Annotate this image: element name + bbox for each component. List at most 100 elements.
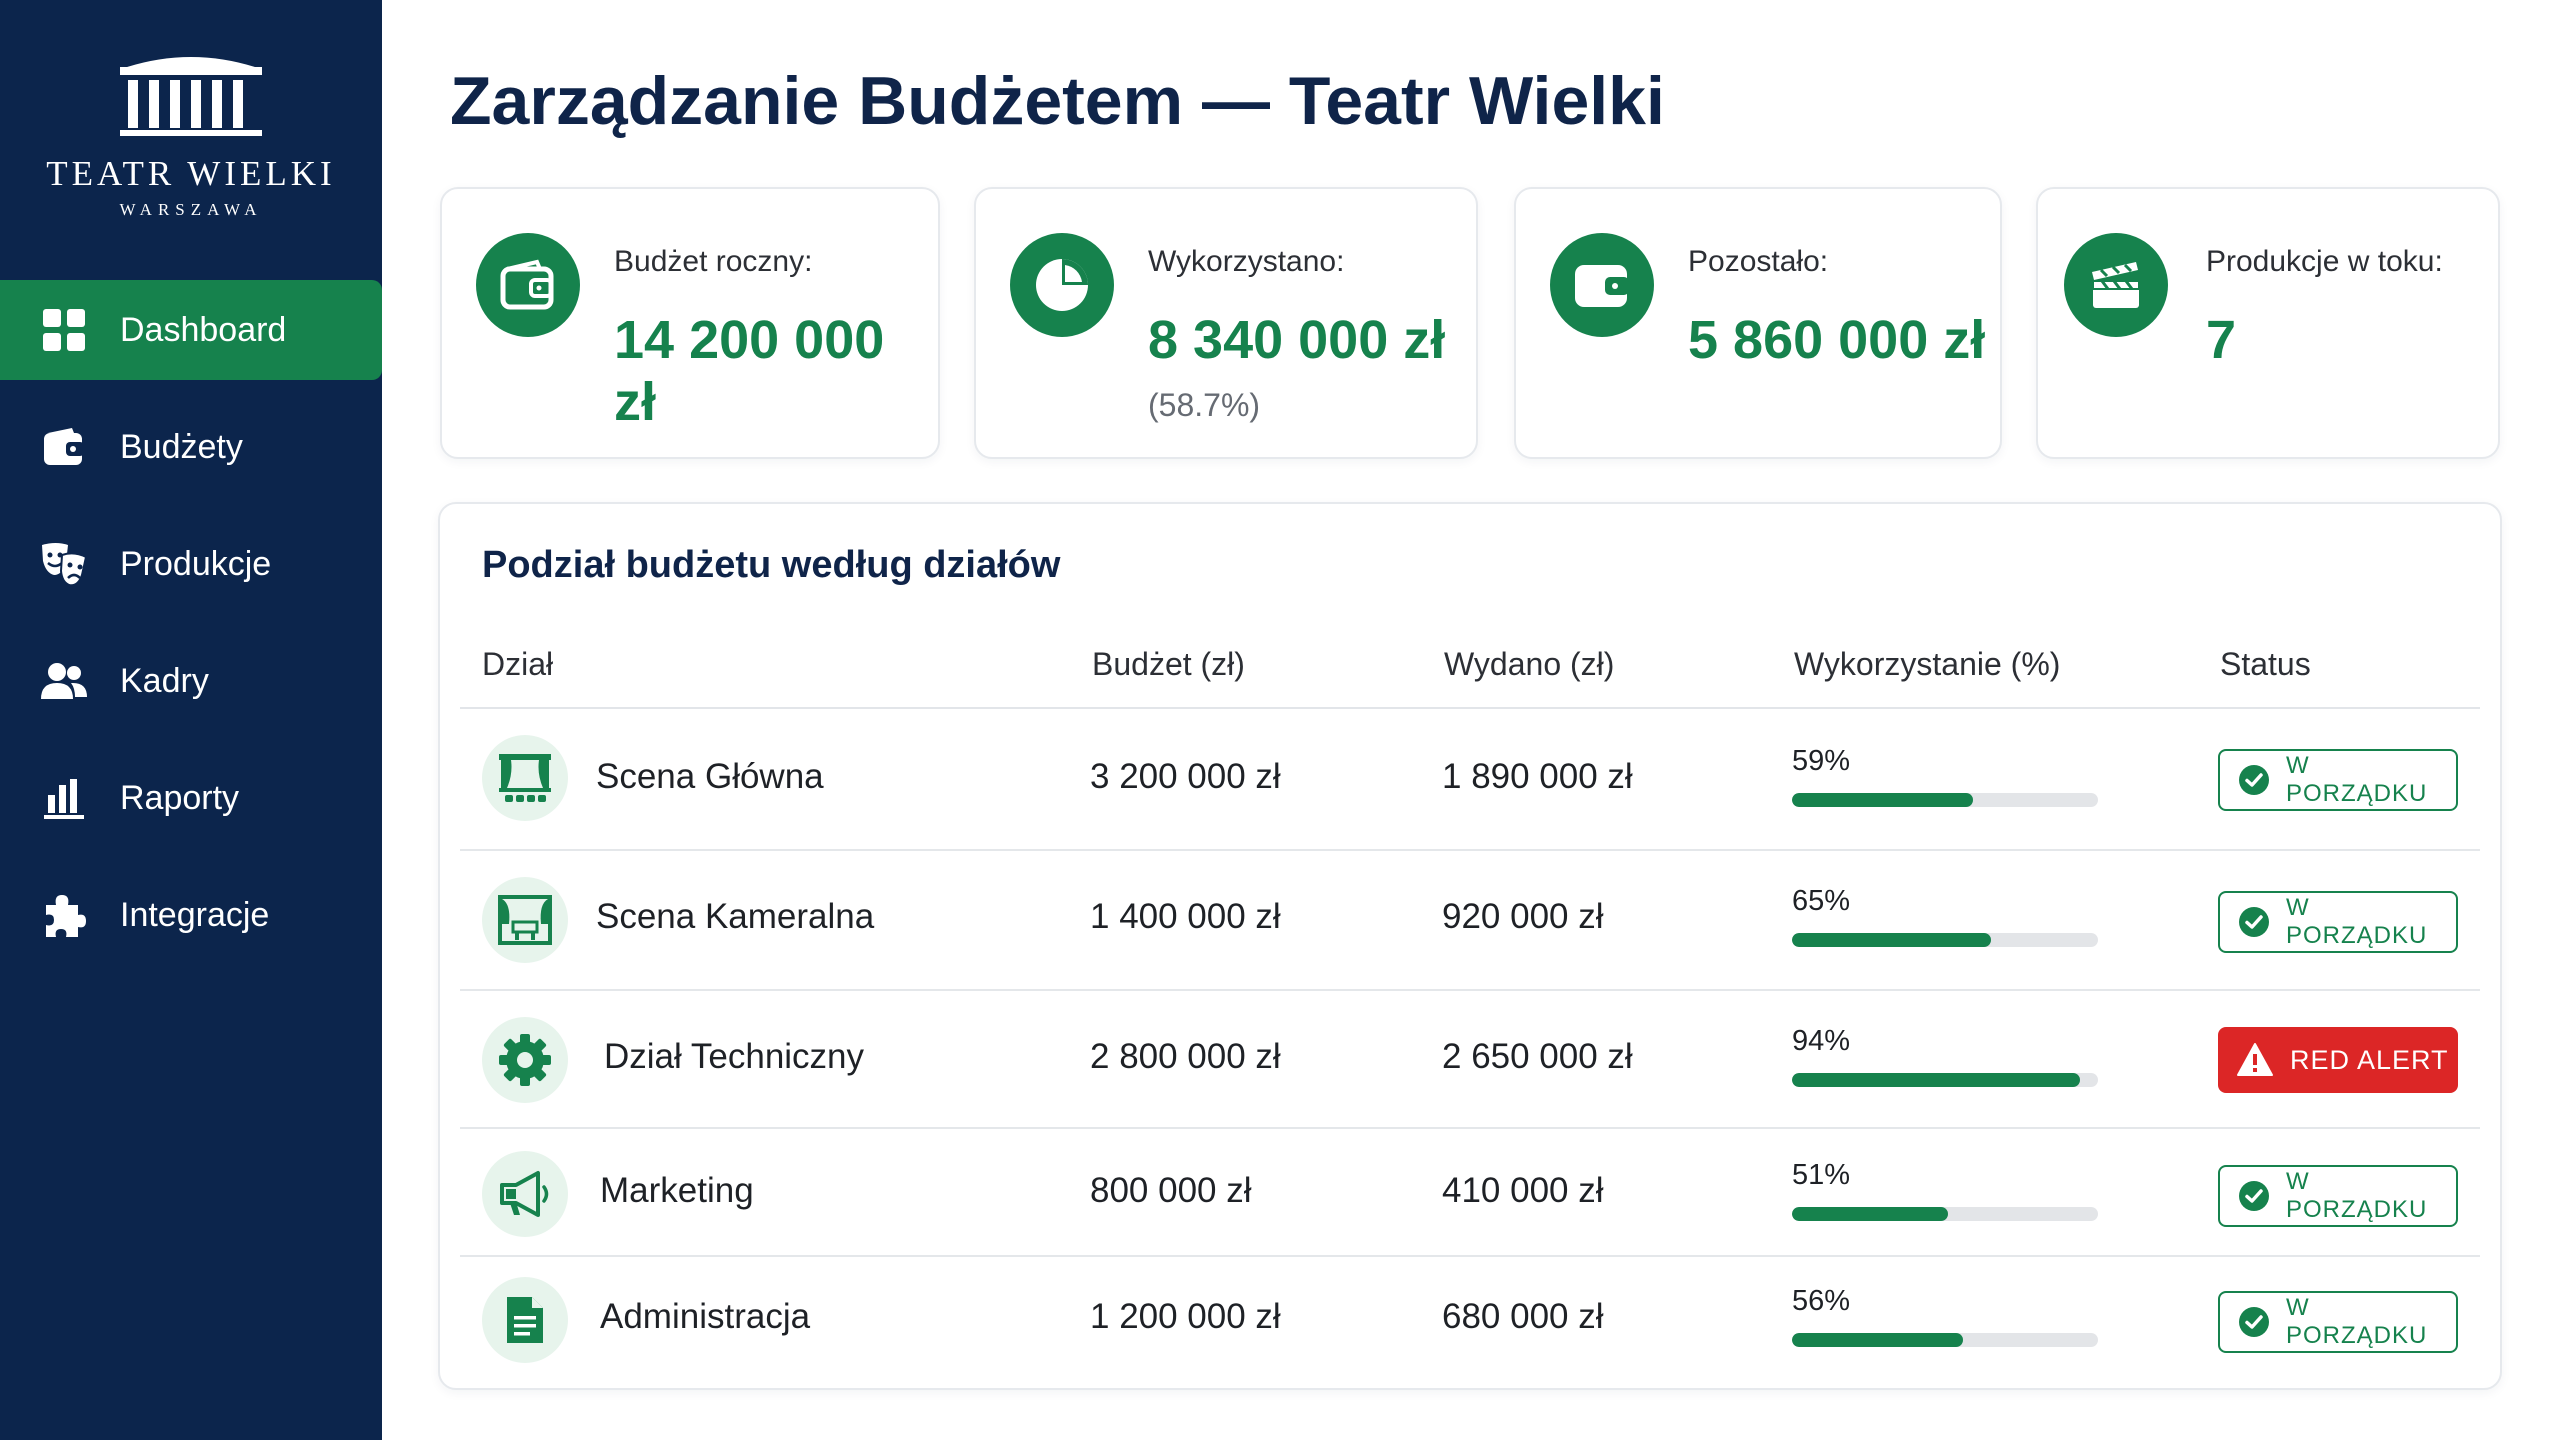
- theater-masks-icon: [40, 540, 88, 588]
- sidebar-item-integracje[interactable]: Integracje: [0, 865, 382, 965]
- stat-card-remaining: Pozostało: 5 860 000 zł: [1514, 187, 2002, 459]
- sidebar-item-label: Budżety: [120, 427, 243, 466]
- column-header-budget[interactable]: Budżet (zł): [1092, 646, 1245, 683]
- status-label: W PORZĄDKU: [2286, 1294, 2428, 1349]
- warning-triangle-icon: [2237, 1043, 2273, 1076]
- table-row[interactable]: Scena Główna 3 200 000 zł 1 890 000 zł 5…: [460, 709, 2480, 851]
- spent-value: 410 000 zł: [1442, 1171, 1604, 1210]
- stat-label: Budżet roczny:: [614, 245, 813, 278]
- check-circle-icon: [2239, 907, 2269, 937]
- budget-breakdown-panel: Podział budżetu według działów Dział Bud…: [438, 502, 2502, 1390]
- wallet-icon: [1550, 233, 1654, 337]
- app-root: TEATR WIELKI WARSZAWA Dashboard Budżety …: [0, 0, 2560, 1440]
- column-header-usage[interactable]: Wykorzystanie (%): [1794, 646, 2060, 683]
- status-label: W PORZĄDKU: [2286, 752, 2428, 807]
- stage-curtain-icon: [482, 735, 568, 821]
- sidebar-item-raporty[interactable]: Raporty: [0, 748, 382, 848]
- table-row[interactable]: Administracja 1 200 000 zł 680 000 zł 56…: [460, 1257, 2480, 1385]
- bar-chart-icon: [40, 774, 88, 822]
- logo[interactable]: TEATR WIELKI WARSZAWA: [0, 50, 382, 220]
- budget-value: 1 400 000 zł: [1090, 897, 1281, 936]
- spent-value: 1 890 000 zł: [1442, 757, 1633, 796]
- usage-bar-fill: [1792, 1207, 1949, 1221]
- usage-percent: 51%: [1792, 1159, 1851, 1191]
- sidebar-item-dashboard[interactable]: Dashboard: [0, 280, 382, 380]
- clapperboard-icon: [2064, 233, 2168, 337]
- sidebar-item-label: Raporty: [120, 778, 240, 817]
- department-name: Dział Techniczny: [604, 1037, 865, 1076]
- stat-value: 5 860 000 zł: [1688, 310, 1986, 370]
- table-row[interactable]: Marketing 800 000 zł 410 000 zł 51% W PO…: [460, 1129, 2480, 1257]
- sidebar-item-kadry[interactable]: Kadry: [0, 631, 382, 731]
- column-header-spent[interactable]: Wydano (zł): [1444, 646, 1614, 683]
- table-row[interactable]: Scena Kameralna 1 400 000 zł 920 000 zł …: [460, 851, 2480, 991]
- page-title: Zarządzanie Budżetem — Teatr Wielki: [450, 63, 1665, 139]
- stat-card-used: Wykorzystano: 8 340 000 zł (58.7%): [974, 187, 1478, 459]
- spent-value: 680 000 zł: [1442, 1297, 1604, 1336]
- department-name: Marketing: [600, 1171, 754, 1210]
- document-icon: [482, 1277, 568, 1363]
- sidebar-item-label: Integracje: [120, 895, 270, 934]
- department-name: Scena Kameralna: [596, 897, 875, 936]
- department-name: Administracja: [600, 1297, 811, 1336]
- status-label: RED ALERT: [2290, 1044, 2449, 1075]
- theater-building-icon: [120, 57, 262, 136]
- budget-value: 2 800 000 zł: [1090, 1037, 1281, 1076]
- grid-icon: [40, 306, 88, 354]
- stat-value: 8 340 000 zł: [1148, 310, 1446, 370]
- sidebar: TEATR WIELKI WARSZAWA Dashboard Budżety …: [0, 0, 382, 1440]
- department-name: Scena Główna: [596, 757, 824, 796]
- usage-percent: 56%: [1792, 1285, 1851, 1317]
- stat-label: Wykorzystano:: [1148, 245, 1345, 278]
- sidebar-item-label: Kadry: [120, 661, 209, 700]
- sidebar-item-budzety[interactable]: Budżety: [0, 397, 382, 497]
- status-badge[interactable]: W PORZĄDKU: [2218, 749, 2458, 811]
- usage-bar: [1792, 1333, 2098, 1347]
- check-circle-icon: [2239, 1307, 2269, 1337]
- wallet-icon: [476, 233, 580, 337]
- table-row[interactable]: Dział Techniczny 2 800 000 zł 2 650 000 …: [460, 991, 2480, 1129]
- usage-bar: [1792, 1073, 2098, 1087]
- status-label: W PORZĄDKU: [2286, 894, 2428, 949]
- column-header-status[interactable]: Status: [2220, 646, 2311, 683]
- puzzle-icon: [40, 891, 88, 939]
- usage-percent: 94%: [1792, 1025, 1851, 1057]
- check-circle-icon: [2239, 1181, 2269, 1211]
- wallet-icon: [40, 423, 88, 471]
- panel-title: Podział budżetu według działów: [482, 544, 1061, 586]
- stat-value: 14 200 000 zł: [614, 310, 885, 432]
- check-circle-icon: [2239, 765, 2269, 795]
- sidebar-item-label: Dashboard: [120, 310, 287, 349]
- usage-bar: [1792, 1207, 2098, 1221]
- status-badge[interactable]: W PORZĄDKU: [2218, 1291, 2458, 1353]
- usage-bar-fill: [1792, 793, 1973, 807]
- usage-percent: 59%: [1792, 745, 1851, 777]
- usage-bar: [1792, 793, 2098, 807]
- sidebar-item-label: Produkcje: [120, 544, 272, 583]
- spent-value: 2 650 000 zł: [1442, 1037, 1633, 1076]
- budget-value: 800 000 zł: [1090, 1171, 1252, 1210]
- usage-bar-fill: [1792, 933, 1991, 947]
- pie-chart-icon: [1010, 233, 1114, 337]
- status-badge-alert[interactable]: RED ALERT: [2218, 1027, 2458, 1093]
- users-icon: [40, 657, 88, 705]
- logo-name: TEATR WIELKI: [46, 154, 336, 193]
- stat-label: Produkcje w toku:: [2206, 245, 2443, 278]
- small-stage-icon: [482, 877, 568, 963]
- sidebar-item-produkcje[interactable]: Produkcje: [0, 514, 382, 614]
- stat-value: 7: [2206, 310, 2237, 370]
- spent-value: 920 000 zł: [1442, 897, 1604, 936]
- gear-icon: [482, 1017, 568, 1103]
- stat-subvalue: (58.7%): [1148, 387, 1261, 423]
- status-label: W PORZĄDKU: [2286, 1168, 2428, 1223]
- logo-city: WARSZAWA: [119, 200, 263, 219]
- status-badge[interactable]: W PORZĄDKU: [2218, 891, 2458, 953]
- stat-card-productions: Produkcje w toku: 7: [2036, 187, 2500, 459]
- budget-value: 1 200 000 zł: [1090, 1297, 1281, 1336]
- usage-bar: [1792, 933, 2098, 947]
- status-badge[interactable]: W PORZĄDKU: [2218, 1165, 2458, 1227]
- budget-value: 3 200 000 zł: [1090, 757, 1281, 796]
- usage-percent: 65%: [1792, 885, 1851, 917]
- megaphone-icon: [482, 1151, 568, 1237]
- column-header-department[interactable]: Dział: [482, 646, 553, 683]
